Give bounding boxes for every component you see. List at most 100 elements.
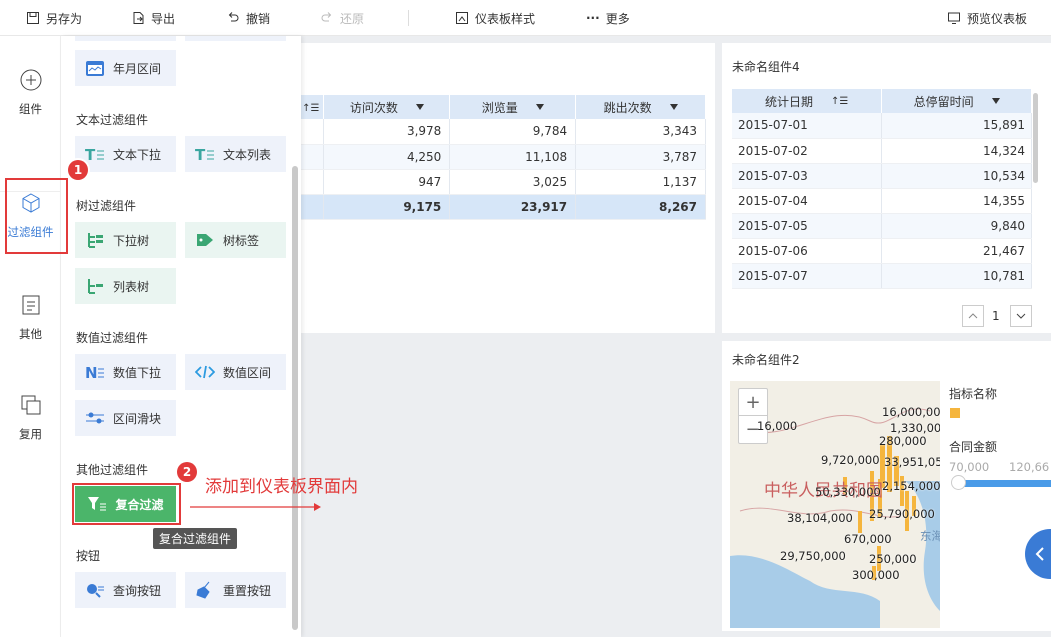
map-label: 38,104,000 [787, 511, 853, 525]
table-cell: 21,467 [881, 238, 1032, 264]
more-button[interactable]: ··· 更多 [586, 0, 630, 36]
header-visits-label: 访问次数 [349, 100, 398, 115]
redo-button[interactable]: 还原 [320, 0, 364, 36]
document-icon [22, 295, 39, 315]
header-bounces[interactable]: 跳出次数 [575, 95, 706, 119]
legend-range-title: 合同金额 [949, 440, 998, 454]
dashboard-style-button[interactable]: 仪表板样式 [455, 0, 535, 36]
dashboard-canvas: ↑☰ 访问次数 浏览量 跳出次数 3,978 9,784 3,343 4,250 11… [298, 36, 1051, 637]
tree-section-title: 树过滤组件 [76, 199, 137, 213]
table-cell: 2015-07-07 [732, 263, 883, 289]
tag-icon [197, 234, 213, 246]
svg-text:T: T [85, 146, 96, 163]
dropdown-icon [535, 104, 544, 110]
sort-icon: ↑☰ [830, 95, 849, 107]
sort-header[interactable]: ↑☰ [298, 95, 325, 119]
table-row: 2015-07-01 15,891 [732, 113, 1032, 139]
text-list-label: 文本列表 [223, 147, 272, 162]
map-label: 280,000 [879, 434, 927, 448]
button-section-title: 按钮 [76, 549, 101, 563]
component2-card[interactable]: 未命名组件2 + − 16,000 16,000,00 1,330,00 280… [722, 341, 1051, 631]
range-slider-button[interactable]: 区间滑块 [75, 400, 176, 436]
table-cell: 2015-07-04 [732, 188, 883, 214]
header-views-label: 浏览量 [481, 100, 518, 115]
range-slider-handle[interactable] [951, 475, 966, 490]
nav-component-label: 组件 [19, 102, 42, 116]
header-date[interactable]: 统计日期 ↑☰ [732, 89, 883, 113]
date-range-label: 年月区间 [113, 61, 162, 76]
preview-label: 预览仪表板 [967, 11, 1028, 26]
map-label: 16,000 [757, 419, 798, 433]
code-icon [195, 365, 215, 379]
header-visits[interactable]: 访问次数 [323, 95, 451, 119]
table-cell: 3,787 [575, 144, 706, 170]
page-next-button[interactable] [1010, 305, 1032, 327]
table-cell: 4,250 [323, 144, 451, 170]
reset-button-label: 重置按钮 [223, 583, 272, 598]
number-range-button[interactable]: 数值区间 [185, 354, 286, 390]
table-cell: 1,137 [575, 169, 706, 195]
chevron-down-icon [1016, 313, 1026, 319]
top-toolbar: 另存为 导出 撤销 还原 仪表板样式 ··· 更多 预览仪表板 [0, 0, 1051, 36]
range-slider-track[interactable] [958, 480, 1051, 487]
slider-icon [86, 412, 104, 424]
legend-swatch[interactable] [950, 408, 960, 418]
page-prev-button[interactable] [962, 305, 984, 327]
nav-other[interactable]: 其他 [0, 294, 61, 342]
component4-scrollbar[interactable] [1033, 93, 1038, 183]
map-area[interactable]: + − 16,000 16,000,000 1,330,000 280,000 [730, 381, 940, 628]
save-icon [27, 12, 39, 24]
copy-icon [21, 395, 40, 415]
table-cell: 2015-07-05 [732, 213, 883, 239]
nav-component[interactable]: 组件 [0, 69, 61, 117]
composite-filter-tooltip: 复合过滤组件 [153, 528, 238, 549]
export-button[interactable]: 导出 [131, 0, 175, 36]
more-icon: ··· [586, 11, 600, 25]
table-cell: 3,025 [449, 169, 577, 195]
step-badge-1: 1 [68, 160, 88, 180]
table-card[interactable]: ↑☰ 访问次数 浏览量 跳出次数 3,978 9,784 3,343 4,250 11… [298, 43, 715, 333]
tree-tag-label: 树标签 [223, 233, 260, 248]
query-button-item[interactable]: 查询按钮 [75, 572, 176, 608]
dropdown-tree-label: 下拉树 [113, 233, 150, 248]
data-table: ↑☰ 访问次数 浏览量 跳出次数 3,978 9,784 3,343 4,250 11… [298, 95, 706, 220]
preview-dashboard-button[interactable]: 预览仪表板 [947, 0, 1027, 36]
map-label: 250,000 [869, 552, 917, 566]
step-badge-2: 2 [177, 462, 197, 482]
map-label: 670,000 [844, 532, 892, 546]
tree-tag-button[interactable]: 树标签 [185, 222, 286, 258]
text-list-button[interactable]: T 文本列表 [185, 136, 286, 172]
dropdown-icon [669, 104, 678, 110]
total-cell: 23,917 [449, 194, 577, 220]
query-button-label: 查询按钮 [113, 583, 162, 598]
undo-icon [228, 12, 239, 22]
list-tree-button[interactable]: 列表树 [75, 268, 176, 304]
date-range-button[interactable]: 年月区间 [75, 50, 176, 86]
table-header-row: 统计日期 ↑☰ 总停留时间 [732, 89, 1032, 113]
panel-scrollbar[interactable] [292, 166, 298, 630]
table-row: 2015-07-06 21,467 [732, 238, 1032, 264]
toolbar-divider [408, 10, 409, 26]
cut-off-button [185, 36, 286, 41]
chevron-up-icon [968, 313, 978, 319]
component4-card[interactable]: 未命名组件4 统计日期 ↑☰ 总停留时间 2015-07-01 15,891 201… [722, 43, 1051, 333]
component4-title: 未命名组件4 [732, 60, 800, 74]
reset-button-item[interactable]: 重置按钮 [185, 572, 286, 608]
table-cell: 2015-07-03 [732, 163, 883, 189]
chevron-left-icon [1035, 547, 1044, 561]
header-views[interactable]: 浏览量 [449, 95, 577, 119]
calendar-icon [86, 61, 104, 76]
svg-text:N: N [85, 364, 98, 381]
total-cell: 9,175 [323, 194, 451, 220]
dropdown-tree-button[interactable]: 下拉树 [75, 222, 176, 258]
style-icon [456, 12, 468, 24]
save-as-button[interactable]: 另存为 [26, 0, 82, 36]
header-stay-time[interactable]: 总停留时间 [881, 89, 1032, 113]
table-cell: 9,840 [881, 213, 1032, 239]
undo-button[interactable]: 撤销 [226, 0, 270, 36]
text-dropdown-button[interactable]: T 文本下拉 [75, 136, 176, 172]
nav-reuse[interactable]: 复用 [0, 394, 61, 442]
number-dropdown-button[interactable]: N 数值下拉 [75, 354, 176, 390]
instruction-text: 添加到仪表板界面内 [205, 477, 358, 497]
header-bounces-label: 跳出次数 [603, 100, 652, 115]
